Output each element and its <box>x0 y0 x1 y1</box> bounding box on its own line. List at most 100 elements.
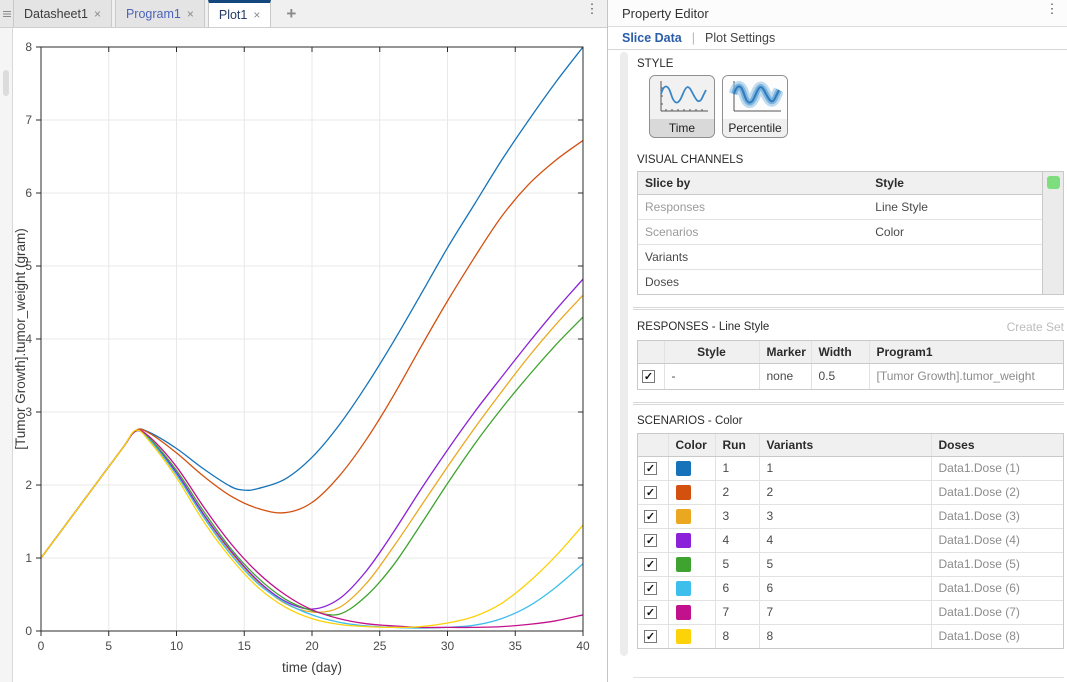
subtab-plot-settings[interactable]: Plot Settings <box>705 31 775 45</box>
document-tabbar: Datasheet1 × Program1 × Plot1 × + ⋮ <box>13 0 607 28</box>
svg-text:5: 5 <box>105 639 112 653</box>
subtab-slice-data[interactable]: Slice Data <box>622 31 682 45</box>
close-icon[interactable]: × <box>187 8 194 20</box>
create-set-link[interactable]: Create Set <box>1007 320 1064 334</box>
scenario-row[interactable]: ✓55Data1.Dose (5) <box>638 552 1063 576</box>
channel-indicator-swatch[interactable] <box>1047 176 1060 189</box>
tab-plot1[interactable]: Plot1 × <box>208 0 272 27</box>
property-editor-subtabs: Slice Data | Plot Settings <box>608 27 1067 50</box>
visual-channels-table: Slice by Style Responses Line Style Scen… <box>637 171 1043 295</box>
col-style: Style <box>868 172 1042 194</box>
scenario-row[interactable]: ✓66Data1.Dose (6) <box>638 576 1063 600</box>
scenario-row[interactable]: ✓88Data1.Dose (8) <box>638 624 1063 648</box>
scenario-doses: Data1.Dose (7) <box>931 600 1063 624</box>
scenario-color-swatch[interactable] <box>676 461 691 476</box>
scenario-checkbox[interactable]: ✓ <box>644 462 657 475</box>
property-editor-menu-icon[interactable]: ⋮ <box>1045 6 1059 22</box>
scenario-run: 6 <box>715 576 759 600</box>
property-editor-content: STYLE Time <box>637 50 1064 678</box>
tab-label: Plot1 <box>219 8 248 22</box>
style-button-label: Time <box>650 119 714 137</box>
scenario-color-swatch[interactable] <box>676 509 691 524</box>
scenarios-table: Color Run Variants Doses ✓11Data1.Dose (… <box>637 433 1064 649</box>
time-wave-icon <box>650 76 714 119</box>
col-program1: Program1 <box>869 341 1063 363</box>
scenario-variants: 4 <box>759 528 931 552</box>
rail-scroll-thumb[interactable] <box>3 70 9 96</box>
scenario-variants: 3 <box>759 504 931 528</box>
scenario-color-swatch[interactable] <box>676 629 691 644</box>
scenario-checkbox[interactable]: ✓ <box>644 486 657 499</box>
svg-text:10: 10 <box>170 639 184 653</box>
scenario-checkbox[interactable]: ✓ <box>644 510 657 523</box>
scenario-color-swatch[interactable] <box>676 581 691 596</box>
hamburger-icon <box>3 10 11 18</box>
visual-channels-title: VISUAL CHANNELS <box>637 154 1064 166</box>
scenario-checkbox[interactable]: ✓ <box>644 582 657 595</box>
close-icon[interactable]: × <box>94 8 101 20</box>
table-row[interactable]: Variants <box>638 244 1042 269</box>
scenario-checkbox[interactable]: ✓ <box>644 630 657 643</box>
scenario-checkbox[interactable]: ✓ <box>644 558 657 571</box>
scenario-run: 1 <box>715 456 759 480</box>
svg-text:40: 40 <box>576 639 590 653</box>
panel-handle[interactable] <box>0 0 13 28</box>
responses-table: Style Marker Width Program1 ✓ - none 0.5… <box>637 340 1064 390</box>
scenario-color-swatch[interactable] <box>676 533 691 548</box>
scenario-row[interactable]: ✓22Data1.Dose (2) <box>638 480 1063 504</box>
svg-text:1: 1 <box>25 551 32 565</box>
visual-channels-side-strip <box>1043 171 1064 295</box>
scenario-variants: 6 <box>759 576 931 600</box>
scenario-color-swatch[interactable] <box>676 605 691 620</box>
style-button-label: Percentile <box>723 119 787 137</box>
scenario-row[interactable]: ✓33Data1.Dose (3) <box>638 504 1063 528</box>
svg-text:6: 6 <box>25 186 32 200</box>
close-icon[interactable]: × <box>253 9 260 21</box>
table-row[interactable]: Responses Line Style <box>638 194 1042 219</box>
property-editor-header: Property Editor ⋮ <box>608 0 1067 27</box>
add-tab-button[interactable]: + <box>274 0 308 27</box>
scenario-run: 5 <box>715 552 759 576</box>
scenario-variants: 8 <box>759 624 931 648</box>
scenario-row[interactable]: ✓44Data1.Dose (4) <box>638 528 1063 552</box>
table-row[interactable]: Scenarios Color <box>638 219 1042 244</box>
response-checkbox[interactable]: ✓ <box>642 370 655 383</box>
scenario-doses: Data1.Dose (5) <box>931 552 1063 576</box>
style-percentile-button[interactable]: Percentile <box>722 75 788 138</box>
tab-label: Program1 <box>126 7 181 21</box>
plot-pane: 0510152025303540012345678 time (day) [Tu… <box>13 28 607 682</box>
responses-subtitle: Line Style <box>719 321 770 333</box>
responses-title: RESPONSES - <box>637 321 716 333</box>
col-color: Color <box>668 434 715 456</box>
scenario-color-swatch[interactable] <box>676 485 691 500</box>
svg-text:2: 2 <box>25 478 32 492</box>
scenario-color-swatch[interactable] <box>676 557 691 572</box>
style-time-button[interactable]: Time <box>649 75 715 138</box>
scenario-checkbox[interactable]: ✓ <box>644 534 657 547</box>
col-style: Style <box>664 341 759 363</box>
svg-text:35: 35 <box>509 639 523 653</box>
tab-datasheet1[interactable]: Datasheet1 × <box>13 0 112 27</box>
scenarios-title: SCENARIOS - <box>637 415 712 427</box>
y-axis-label: [Tumor Growth].tumor_weight (gram) <box>13 228 28 450</box>
scenario-variants: 2 <box>759 480 931 504</box>
table-row[interactable]: ✓ - none 0.5 [Tumor Growth].tumor_weight <box>638 363 1063 389</box>
scenario-doses: Data1.Dose (8) <box>931 624 1063 648</box>
property-editor-title: Property Editor <box>622 6 709 21</box>
scenario-checkbox[interactable]: ✓ <box>644 606 657 619</box>
tumor-weight-chart: 0510152025303540012345678 time (day) [Tu… <box>13 28 607 682</box>
col-marker: Marker <box>759 341 811 363</box>
document-pane: Datasheet1 × Program1 × Plot1 × + ⋮ 0510… <box>13 0 607 682</box>
scenario-row[interactable]: ✓77Data1.Dose (7) <box>638 600 1063 624</box>
style-section-title: STYLE <box>637 58 1064 70</box>
svg-text:15: 15 <box>238 639 252 653</box>
tab-label: Datasheet1 <box>24 7 88 21</box>
table-row[interactable]: Doses <box>638 269 1042 294</box>
tab-program1[interactable]: Program1 × <box>115 0 205 27</box>
plot-pane-menu-icon[interactable]: ⋮ <box>585 6 599 22</box>
scenarios-subtitle: Color <box>715 415 742 427</box>
scenario-row[interactable]: ✓11Data1.Dose (1) <box>638 456 1063 480</box>
col-slice-by: Slice by <box>638 172 868 194</box>
style-buttons: Time Percentile <box>637 75 1064 138</box>
property-editor-scrollbar[interactable] <box>620 52 628 656</box>
